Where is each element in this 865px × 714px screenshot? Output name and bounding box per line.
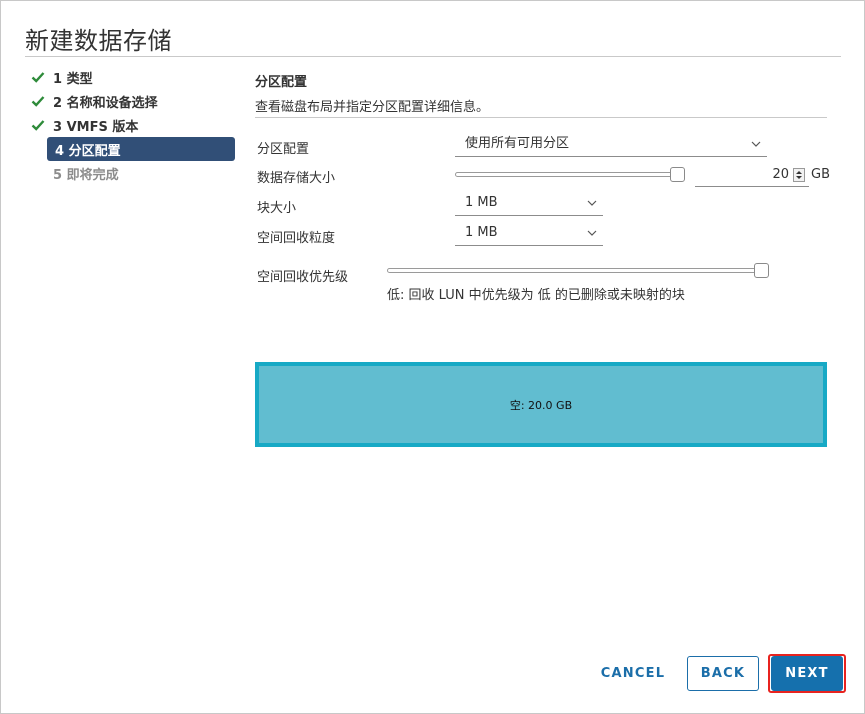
partition-layout-bar: 空: 20.0 GB [255,362,827,447]
step-label: 1 类型 [53,71,93,87]
datastore-size-slider[interactable] [455,172,683,177]
partition-config-select[interactable]: 使用所有可用分区 [455,135,767,157]
reclaim-granularity-value: 1 MB [465,225,498,240]
reclaim-priority-slider-thumb[interactable] [754,263,769,278]
step-label: 5 即将完成 [53,167,119,183]
check-icon [31,96,45,107]
section-description: 查看磁盘布局并指定分区配置详细信息。 [255,100,490,115]
reclaim-priority-hint: 低: 回收 LUN 中优先级为 低 的已删除或未映射的块 [387,288,685,303]
section-divider [255,117,827,118]
step-type[interactable]: 1 类型 [25,65,237,89]
cancel-button[interactable]: CANCEL [593,656,673,691]
step-label: 4 分区配置 [55,143,121,159]
step-ready-to-complete: 5 即将完成 [25,161,237,185]
section-title: 分区配置 [255,75,308,90]
reclaim-priority-label: 空间回收优先级 [257,270,349,285]
reclaim-granularity-select[interactable]: 1 MB [455,224,603,246]
dialog-title: 新建数据存储 [25,27,172,55]
step-label: 3 VMFS 版本 [53,119,139,135]
back-button[interactable]: BACK [687,656,759,691]
datastore-size-input[interactable]: 20 [695,165,809,187]
chevron-down-icon [587,230,597,236]
wizard-steps: 1 类型 2 名称和设备选择 3 VMFS 版本 4 分区配置 5 即将完成 [25,65,237,185]
check-icon [31,120,45,131]
content-area: 分区配置 查看磁盘布局并指定分区配置详细信息。 [255,71,827,118]
spinner-arrows-icon [796,171,802,179]
partition-config-value: 使用所有可用分区 [465,136,570,151]
datastore-size-label: 数据存储大小 [257,171,336,186]
step-name-device[interactable]: 2 名称和设备选择 [25,89,237,113]
reclaim-priority-slider[interactable] [387,268,767,273]
chevron-down-icon [587,200,597,206]
partition-free-label: 空: 20.0 GB [509,399,573,412]
check-icon [31,72,45,83]
datastore-size-slider-thumb[interactable] [670,167,685,182]
next-button[interactable]: NEXT [771,656,843,691]
step-partition-config[interactable]: 4 分区配置 [47,137,235,161]
datastore-size-value: 20 [772,167,789,182]
title-divider [25,56,841,57]
block-size-label: 块大小 [257,201,297,216]
block-size-select[interactable]: 1 MB [455,194,603,216]
partition-config-label: 分区配置 [257,142,310,157]
chevron-down-icon [751,141,761,147]
new-datastore-dialog: 新建数据存储 1 类型 2 名称和设备选择 3 VMFS 版本 4 分区配置 5… [0,0,865,714]
block-size-value: 1 MB [465,195,498,210]
datastore-size-unit: GB [811,167,830,182]
step-vmfs-version[interactable]: 3 VMFS 版本 [25,113,237,137]
reclaim-granularity-label: 空间回收粒度 [257,231,336,246]
step-label: 2 名称和设备选择 [53,95,158,111]
size-spinner[interactable] [793,168,805,182]
